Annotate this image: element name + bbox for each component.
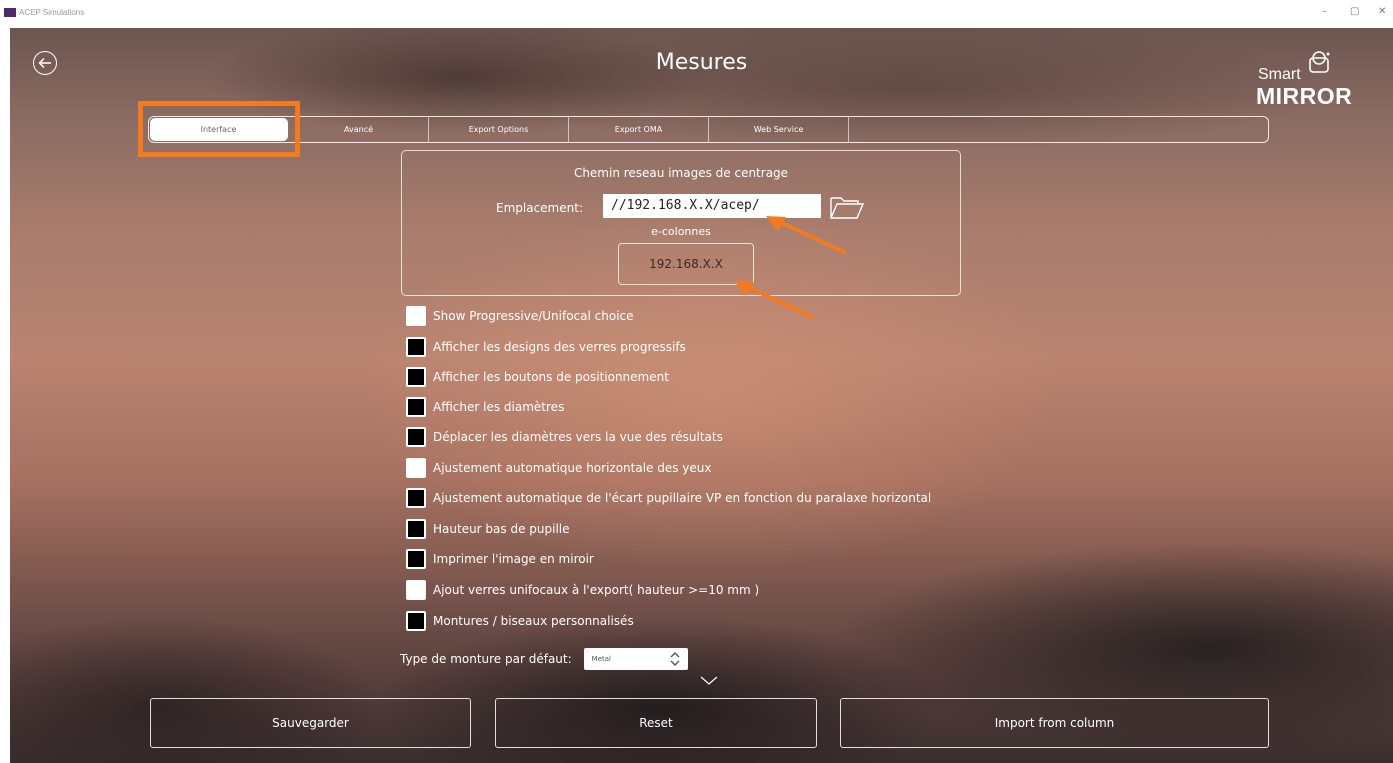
option-label: Afficher les boutons de positionnement	[433, 370, 669, 384]
maximize-button[interactable]: ▢	[1350, 6, 1359, 17]
network-path-heading: Chemin reseau images de centrage	[573, 166, 789, 180]
option-label: Afficher les diamètres	[433, 400, 565, 414]
checkbox[interactable]	[406, 580, 426, 600]
option-label: Montures / biseaux personnalisés	[433, 614, 634, 628]
default-frame-row: Type de monture par défaut: Metal	[400, 648, 688, 670]
tab-highlight-annotation	[138, 101, 300, 157]
option-afficher-designs[interactable]: Afficher les designs des verres progress…	[406, 337, 686, 357]
smart-mirror-logo: Smart MIRROR	[1256, 46, 1386, 109]
network-path-panel: Chemin reseau images de centrage Emplace…	[401, 150, 961, 296]
location-label: Emplacement:	[496, 201, 583, 215]
page-title: Mesures	[655, 50, 748, 75]
checkbox[interactable]	[406, 488, 426, 508]
option-show-progressive[interactable]: Show Progressive/Unifocal choice	[406, 306, 634, 326]
checkbox[interactable]	[406, 519, 426, 539]
save-button[interactable]: Sauvegarder	[150, 698, 471, 748]
option-label: Hauteur bas de pupille	[433, 522, 570, 536]
checkbox[interactable]	[406, 549, 426, 569]
option-label: Show Progressive/Unifocal choice	[433, 309, 634, 323]
camera-icon	[1309, 51, 1330, 73]
option-imprimer-miroir[interactable]: Imprimer l'image en miroir	[406, 549, 594, 569]
checkbox[interactable]	[406, 458, 426, 478]
tab-export-options[interactable]: Export Options	[429, 117, 569, 142]
ecolonnes-label: e-colonnes	[651, 225, 711, 238]
default-frame-label: Type de monture par défaut:	[400, 652, 572, 666]
orange-arrow-icon	[766, 216, 847, 255]
option-label: Déplacer les diamètres vers la vue des r…	[433, 430, 723, 444]
up-down-icon	[670, 652, 680, 666]
checkbox[interactable]	[406, 397, 426, 417]
option-hauteur-pupille[interactable]: Hauteur bas de pupille	[406, 519, 570, 539]
tab-export-oma[interactable]: Export OMA	[569, 117, 709, 142]
logo-mirror-text: MIRROR	[1256, 83, 1353, 109]
frame-type-value: Metal	[591, 655, 611, 663]
option-ajustement-ecart[interactable]: Ajustement automatique de l'écart pupill…	[406, 488, 931, 508]
checkbox[interactable]	[406, 611, 426, 631]
app-window: Mesures Smart MIRROR Interface Avancé Ex…	[10, 28, 1393, 763]
close-button[interactable]: ✕	[1378, 6, 1386, 17]
checkbox[interactable]	[406, 367, 426, 387]
app-icon	[4, 8, 16, 17]
orange-arrow-icon	[734, 281, 815, 320]
option-label: Afficher les designs des verres progress…	[433, 340, 686, 354]
option-label: Ajustement automatique de l'écart pupill…	[433, 491, 932, 505]
checkbox[interactable]	[406, 337, 426, 357]
option-label: Ajout verres unifocaux à l'export( haute…	[433, 583, 760, 597]
option-deplacer-diametres[interactable]: Déplacer les diamètres vers la vue des r…	[406, 427, 723, 447]
checkbox[interactable]	[406, 427, 426, 447]
option-ajout-unifocaux[interactable]: Ajout verres unifocaux à l'export( haute…	[406, 580, 759, 600]
option-label: Imprimer l'image en miroir	[433, 552, 594, 566]
chevron-down-icon[interactable]	[700, 676, 718, 686]
minimize-button[interactable]: –	[1322, 6, 1327, 17]
logo-smart-text: Smart	[1258, 66, 1301, 83]
tab-web-service[interactable]: Web Service	[709, 117, 849, 142]
window-title: ACEP Simulations	[19, 8, 85, 17]
settings-tabbar: Interface Avancé Export Options Export O…	[148, 116, 1269, 143]
import-from-column-button[interactable]: Import from column	[840, 698, 1269, 748]
reset-button[interactable]: Reset	[495, 698, 817, 748]
checkbox[interactable]	[406, 306, 426, 326]
option-afficher-diametres[interactable]: Afficher les diamètres	[406, 397, 564, 417]
option-montures-biseaux[interactable]: Montures / biseaux personnalisés	[406, 611, 634, 631]
option-label: Ajustement automatique horizontale des y…	[433, 461, 712, 475]
frame-type-select[interactable]: Metal	[583, 648, 688, 670]
option-afficher-boutons[interactable]: Afficher les boutons de positionnement	[406, 367, 669, 387]
option-ajustement-horizontal[interactable]: Ajustement automatique horizontale des y…	[406, 458, 712, 478]
window-titlebar: ACEP Simulations – ▢ ✕	[0, 0, 1393, 28]
tab-avance[interactable]: Avancé	[289, 117, 429, 142]
